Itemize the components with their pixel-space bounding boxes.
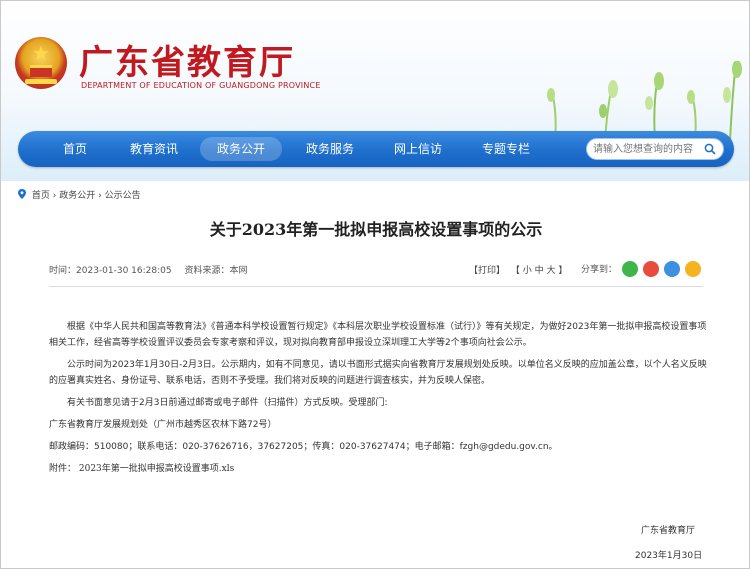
site-header: ★ 广东省教育厅 DEPARTMENT OF EDUCATION OF GUAN… [1,1,749,181]
paragraph-3: 有关书面意见请于2月3日前通过邮寄或电子邮件（扫描件）方式反映。受理部门: [67,398,388,408]
national-emblem-icon: ★ [15,37,67,89]
print-button[interactable]: 【打印】 [469,266,505,276]
breadcrumb: 首页 › 政务公开 › 公示公告 [18,189,141,203]
breadcrumb-government-affairs[interactable]: 政务公开 [59,191,95,201]
breadcrumb-home[interactable]: 首页 [32,191,50,201]
breadcrumb-separator: › [98,191,102,201]
breadcrumb-announcements[interactable]: 公示公告 [105,191,141,201]
qq-icon[interactable] [664,261,680,277]
font-size-switcher[interactable]: 【 小 中 大 】 [511,266,567,276]
article-body: 根据《中华人民共和国高等教育法》《普通本科学校设置暂行规定》《本科层次职业学校设… [49,319,709,483]
page-frame: ★ 广东省教育厅 DEPARTMENT OF EDUCATION OF GUAN… [0,0,750,569]
source-label: 资料来源： [184,266,230,276]
article-meta: 时间：2023-01-30 16:28:05 资料来源：本网 [49,264,248,278]
article-title: 关于2023年第一批拟申报高校设置事项的公示 [209,220,543,239]
paragraph-4: 广东省教育厅发展规划处（广州市越秀区农林下路72号） [49,420,277,430]
article-tools: 【打印】 【 小 中 大 】 [469,264,570,278]
location-pin-icon [18,189,26,199]
search-icon[interactable] [704,143,716,155]
signature-date: 2023年1月30日 [635,551,703,561]
nav-item-home[interactable]: 首页 [46,137,104,161]
nav-item-government-services[interactable]: 政务服务 [294,137,366,161]
search-box [586,138,724,160]
time-label: 时间： [49,266,77,276]
publish-time: 2023-01-30 16:28:05 [76,266,172,276]
nav-item-education-news[interactable]: 教育资讯 [118,137,190,161]
nav-item-government-affairs[interactable]: 政务公开 [200,137,282,161]
meta-divider [49,286,703,287]
site-subtitle: DEPARTMENT OF EDUCATION OF GUANGDONG PRO… [81,81,321,90]
qzone-icon[interactable] [685,261,701,277]
plant-decoration-icon [547,61,742,141]
wechat-icon[interactable] [622,261,638,277]
main-nav: 首页 教育资讯 政务公开 政务服务 网上信访 专题专栏 [18,131,734,167]
paragraph-2: 公示时间为2023年1月30日-2月3日。公示期内，如有不同意见，请以书面形式据… [49,360,707,386]
source-value: 本网 [229,266,248,276]
share-label: 分享到： [581,265,618,275]
nav-item-special-topics[interactable]: 专题专栏 [470,137,542,161]
breadcrumb-separator: › [52,191,57,201]
site-title: 广东省教育厅 [79,43,295,83]
attachment-link[interactable]: 附件： 2023年第一批拟申报高校设置事项.xls [49,461,709,477]
nav-item-online-petition[interactable]: 网上信访 [382,137,454,161]
paragraph-5: 邮政编码：510080；联系电话：020-37626716，37627205；传… [49,442,558,452]
search-input[interactable] [593,141,693,157]
weibo-icon[interactable] [643,261,659,277]
signature-organization: 广东省教育厅 [641,526,696,536]
paragraph-1: 根据《中华人民共和国高等教育法》《普通本科学校设置暂行规定》《本科层次职业学校设… [49,322,707,348]
